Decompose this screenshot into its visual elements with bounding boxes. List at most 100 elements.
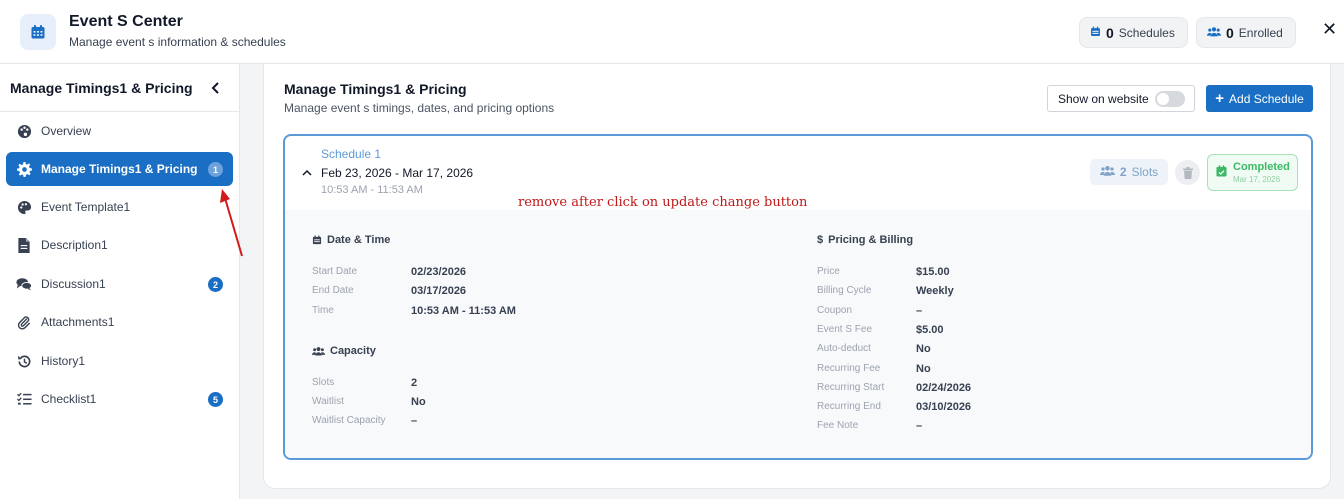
pricing-row-value: No (916, 363, 931, 375)
sidebar-item-overview[interactable]: Overview (6, 114, 233, 148)
slots-count: 2 (1119, 165, 1127, 179)
sidebar-item-label: Discussion1 (41, 277, 106, 291)
annotation-text: remove after click on update change butt… (518, 195, 808, 210)
calendar-check-icon (1216, 165, 1227, 177)
sidebar-item-manage-timings[interactable]: Manage Timings1 & Pricing 1 (6, 152, 233, 186)
sidebar-item-label: Manage Timings1 & Pricing (41, 162, 198, 176)
sidebar: Manage Timings1 & Pricing Overview Manag… (0, 64, 240, 499)
enrolled-stat[interactable]: 0 Enrolled (1196, 17, 1296, 48)
waitlist-label: Waitlist (312, 396, 344, 407)
sidebar-item-label: Event Template1 (41, 200, 131, 214)
slots-label: Slots (1131, 165, 1159, 179)
plus-icon: + (1215, 90, 1225, 107)
status-badge: Completed Mar 17, 2026 (1207, 154, 1298, 191)
show-on-website-toggle[interactable]: Show on website (1047, 85, 1195, 112)
users-icon (1099, 165, 1115, 179)
top-header: Event S Center Manage event s informatio… (0, 0, 1344, 64)
sidebar-item-label: Overview (41, 124, 92, 138)
sidebar-item-event-template[interactable]: Event Template1 (6, 190, 233, 224)
calendar-icon (20, 14, 56, 50)
chevron-left-icon (211, 82, 219, 94)
date-time-section-title: Date & Time (312, 234, 390, 246)
schedule-date-range: Feb 23, 2026 - Mar 17, 2026 (321, 166, 474, 180)
sidebar-title: Manage Timings1 & Pricing (10, 80, 193, 96)
waitlist-capacity-value: – (411, 415, 418, 427)
collapse-sidebar-button[interactable] (204, 76, 228, 100)
app-title: Event S Center (69, 13, 183, 30)
pricing-row-label: Billing Cycle (817, 285, 872, 296)
pricing-row-value: $5.00 (916, 324, 944, 336)
paperclip-icon (16, 314, 32, 330)
enrolled-count: 0 (1226, 24, 1234, 41)
trash-icon (1182, 166, 1193, 179)
schedule-header[interactable]: Schedule 1 Feb 23, 2026 - Mar 17, 2026 1… (285, 136, 1311, 210)
chevron-up-icon[interactable] (302, 168, 312, 178)
calendar-icon (1090, 26, 1101, 40)
slots-badge: 2 Slots (1090, 159, 1168, 185)
waitlist-value: No (411, 396, 426, 408)
schedule-label: Schedule 1 (321, 147, 382, 161)
pricing-row-label: Recurring End (817, 401, 881, 412)
app-subtitle: Manage event s information & schedules (69, 35, 286, 49)
show-on-website-label: Show on website (1058, 91, 1149, 106)
sidebar-item-label: History1 (41, 354, 86, 368)
pricing-row-value: – (916, 420, 923, 432)
schedules-count: 0 (1106, 24, 1114, 41)
schedules-label: Schedules (1118, 25, 1175, 40)
waitlist-capacity-label: Waitlist Capacity (312, 415, 386, 426)
main-panel: Manage Timings1 & Pricing Manage event s… (263, 64, 1331, 489)
schedule-details: Date & Time Start Date 02/23/2026 End Da… (285, 210, 1311, 458)
time-value: 10:53 AM - 11:53 AM (411, 305, 516, 317)
sidebar-item-label: Attachments1 (41, 315, 115, 329)
start-date-label: Start Date (312, 266, 358, 277)
calendar-icon (312, 235, 322, 245)
pricing-row-value: No (916, 343, 931, 355)
add-schedule-button[interactable]: + Add Schedule (1206, 85, 1313, 112)
pricing-row-value: $15.00 (916, 266, 950, 278)
count-badge: 2 (208, 277, 223, 292)
pricing-row-label: Auto-deduct (817, 343, 871, 354)
users-icon (1206, 26, 1222, 40)
palette-icon (16, 123, 32, 139)
pricing-row-label: Fee Note (817, 420, 859, 431)
pricing-row-label: Coupon (817, 305, 853, 316)
add-schedule-label: Add Schedule (1229, 91, 1304, 106)
status-date: Mar 17, 2026 (1233, 175, 1281, 184)
document-icon (16, 237, 32, 253)
pricing-row-label: Recurring Fee (817, 363, 881, 374)
sidebar-item-history[interactable]: History1 (6, 344, 233, 378)
pricing-row-label: Recurring Start (817, 382, 885, 393)
toggle-switch[interactable] (1155, 91, 1185, 107)
sidebar-item-label: Description1 (41, 238, 108, 252)
gear-icon (16, 161, 32, 177)
palette-icon (16, 199, 32, 215)
sidebar-item-discussion[interactable]: Discussion1 2 (6, 267, 233, 301)
schedule-time-range: 10:53 AM - 11:53 AM (321, 184, 423, 196)
page-title: Manage Timings1 & Pricing (284, 81, 467, 97)
pricing-row-value: 02/24/2026 (916, 382, 972, 394)
time-label: Time (312, 305, 334, 316)
status-text: Completed (1233, 161, 1290, 173)
capacity-slots-value: 2 (411, 377, 418, 389)
end-date-value: 03/17/2026 (411, 285, 467, 297)
sidebar-item-label: Checklist1 (41, 392, 97, 406)
checklist-icon (16, 391, 32, 407)
count-badge: 5 (208, 392, 223, 407)
delete-schedule-button[interactable] (1175, 160, 1200, 185)
schedule-card: Schedule 1 Feb 23, 2026 - Mar 17, 2026 1… (283, 134, 1313, 460)
pricing-section-title: $ Pricing & Billing (817, 234, 914, 246)
sidebar-item-description[interactable]: Description1 (6, 228, 233, 262)
schedules-stat[interactable]: 0 Schedules (1079, 17, 1188, 48)
pricing-row-value: – (916, 305, 923, 317)
capacity-section-title: Capacity (312, 345, 376, 357)
pricing-row-label: Event S Fee (817, 324, 873, 335)
pricing-row-value: Weekly (916, 285, 954, 297)
end-date-label: End Date (312, 285, 354, 296)
annotation-arrow (220, 189, 243, 257)
sidebar-item-attachments[interactable]: Attachments1 (6, 305, 233, 339)
pricing-row-label: Price (817, 266, 840, 277)
close-button[interactable]: ✕ (1322, 20, 1337, 38)
count-badge: 1 (208, 162, 223, 177)
sidebar-item-checklist[interactable]: Checklist1 5 (6, 382, 233, 416)
sidebar-header: Manage Timings1 & Pricing (0, 64, 239, 112)
